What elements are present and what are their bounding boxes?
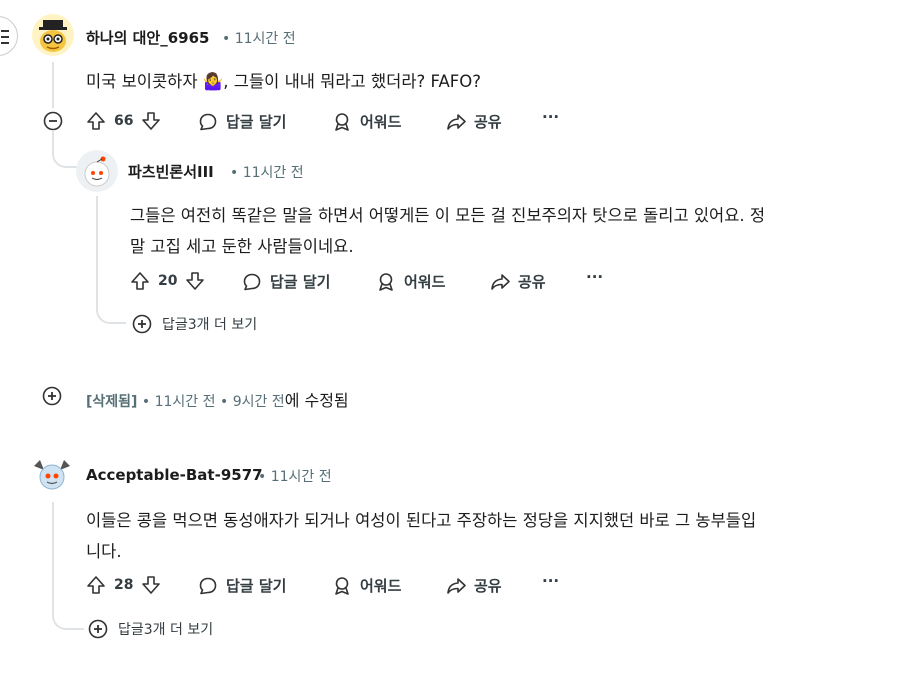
- more-replies-label: 답글3개 더 보기: [162, 317, 258, 333]
- separator-dot: •: [219, 394, 229, 410]
- share-label: 공유: [474, 113, 502, 131]
- share-icon: [491, 273, 510, 290]
- share-label: 공유: [474, 577, 502, 595]
- comment-text: 이들은 콩을 먹으면 동성애자가 되거나 여성이 된다고 주장하는 정당을 지지…: [86, 505, 756, 567]
- vote-group: 20: [130, 271, 205, 291]
- thread-connector: [52, 136, 78, 168]
- deleted-label: [삭제됨]: [86, 394, 138, 410]
- comment-time[interactable]: 11시간 전: [271, 469, 332, 485]
- award-icon: [335, 576, 349, 595]
- award-button[interactable]: 어워드: [376, 271, 445, 292]
- vote-count: 20: [158, 273, 178, 289]
- comment-time[interactable]: 11시간 전: [155, 394, 216, 410]
- more-icon: ···: [586, 268, 604, 286]
- avatar: [76, 150, 118, 192]
- award-label: 어워드: [360, 577, 402, 595]
- reply-button[interactable]: 답글 달기: [198, 111, 286, 132]
- award-label: 어워드: [404, 273, 446, 291]
- thread-connector: [52, 596, 84, 630]
- separator-dot: •: [230, 165, 239, 181]
- award-icon: [379, 272, 393, 291]
- comment-text: 미국 보이콧하자 🤷‍♀️, 그들이 내내 뭐라고 했더라? FAFO?: [86, 72, 481, 91]
- share-button[interactable]: 공유: [446, 111, 502, 132]
- upvote-icon[interactable]: [86, 111, 106, 131]
- thread-line: [52, 502, 54, 602]
- award-label: 어워드: [360, 113, 402, 131]
- comment-icon: [199, 113, 217, 130]
- reply-label: 답글 달기: [226, 577, 287, 595]
- edited-time: 9시간 전: [232, 394, 285, 410]
- share-button[interactable]: 공유: [446, 575, 502, 596]
- thread-line: [96, 196, 98, 296]
- more-options-button[interactable]: ···: [542, 108, 559, 126]
- more-replies-button[interactable]: 답글3개 더 보기: [88, 619, 213, 639]
- comment-time[interactable]: 11시간 전: [243, 165, 304, 181]
- comment-text-line: 니다.: [86, 542, 122, 561]
- upvote-icon[interactable]: [86, 575, 106, 595]
- vote-group: 28: [86, 575, 161, 595]
- thread-connector: [96, 290, 126, 324]
- separator-dot: •: [258, 469, 267, 485]
- comment-time[interactable]: 11시간 전: [235, 31, 296, 47]
- more-icon: ···: [542, 108, 560, 126]
- comment-username[interactable]: 하나의 대안_6965: [86, 27, 209, 48]
- reply-button[interactable]: 답글 달기: [242, 271, 330, 292]
- menu-button[interactable]: [0, 16, 18, 56]
- vote-group: 66: [86, 111, 161, 131]
- comment-meta: • 11시간 전: [230, 162, 304, 182]
- expand-icon[interactable]: [42, 386, 62, 406]
- separator-dot: •: [222, 31, 231, 47]
- upvote-icon[interactable]: [130, 271, 150, 291]
- award-icon: [335, 112, 349, 131]
- reply-label: 답글 달기: [270, 273, 331, 291]
- more-replies-button[interactable]: 답글3개 더 보기: [132, 314, 257, 334]
- comment-icon: [199, 577, 217, 594]
- avatar: [32, 14, 74, 56]
- more-replies-label: 답글3개 더 보기: [118, 622, 214, 638]
- award-button[interactable]: 어워드: [332, 111, 401, 132]
- reply-label: 답글 달기: [226, 113, 287, 131]
- vote-count: 28: [114, 577, 134, 593]
- comment-text-line: 이들은 콩을 먹으면 동성애자가 되거나 여성이 된다고 주장하는 정당을 지지…: [86, 511, 757, 530]
- edited-suffix: 에 수정됨: [284, 391, 349, 410]
- expand-icon: [88, 619, 108, 639]
- comment-text-line: 말 고집 세고 둔한 사람들이네요.: [130, 237, 354, 256]
- more-icon: ···: [542, 572, 560, 590]
- share-icon: [447, 113, 466, 130]
- collapse-icon[interactable]: [43, 111, 63, 131]
- vote-count: 66: [114, 113, 134, 129]
- expand-icon: [132, 314, 152, 334]
- reply-button[interactable]: 답글 달기: [198, 575, 286, 596]
- comment-text-line: 그들은 여전히 똑같은 말을 하면서 어떻게든 이 모든 걸 진보주의자 탓으로…: [130, 206, 766, 225]
- share-button[interactable]: 공유: [490, 271, 546, 292]
- separator-dot: •: [141, 394, 151, 410]
- downvote-icon[interactable]: [141, 111, 161, 131]
- award-button[interactable]: 어워드: [332, 575, 401, 596]
- comment-meta: • 11시간 전: [222, 28, 296, 48]
- comment-icon: [243, 273, 261, 290]
- share-icon: [447, 577, 466, 594]
- downvote-icon[interactable]: [185, 271, 205, 291]
- share-label: 공유: [518, 273, 546, 291]
- more-options-button[interactable]: ···: [542, 572, 559, 590]
- comment-username[interactable]: 파츠빈론서III: [128, 161, 214, 182]
- comment-text: 그들은 여전히 똑같은 말을 하면서 어떻게든 이 모든 걸 진보주의자 탓으로…: [130, 200, 765, 262]
- comment-username[interactable]: Acceptable-Bat-9577: [86, 466, 263, 484]
- avatar: [30, 452, 74, 496]
- thread-line: [52, 62, 54, 108]
- comment-meta: • 11시간 전: [258, 466, 332, 486]
- downvote-icon[interactable]: [141, 575, 161, 595]
- more-options-button[interactable]: ···: [586, 268, 603, 286]
- deleted-comment-meta: [삭제됨] • 11시간 전 • 9시간 전에 수정됨: [86, 387, 349, 411]
